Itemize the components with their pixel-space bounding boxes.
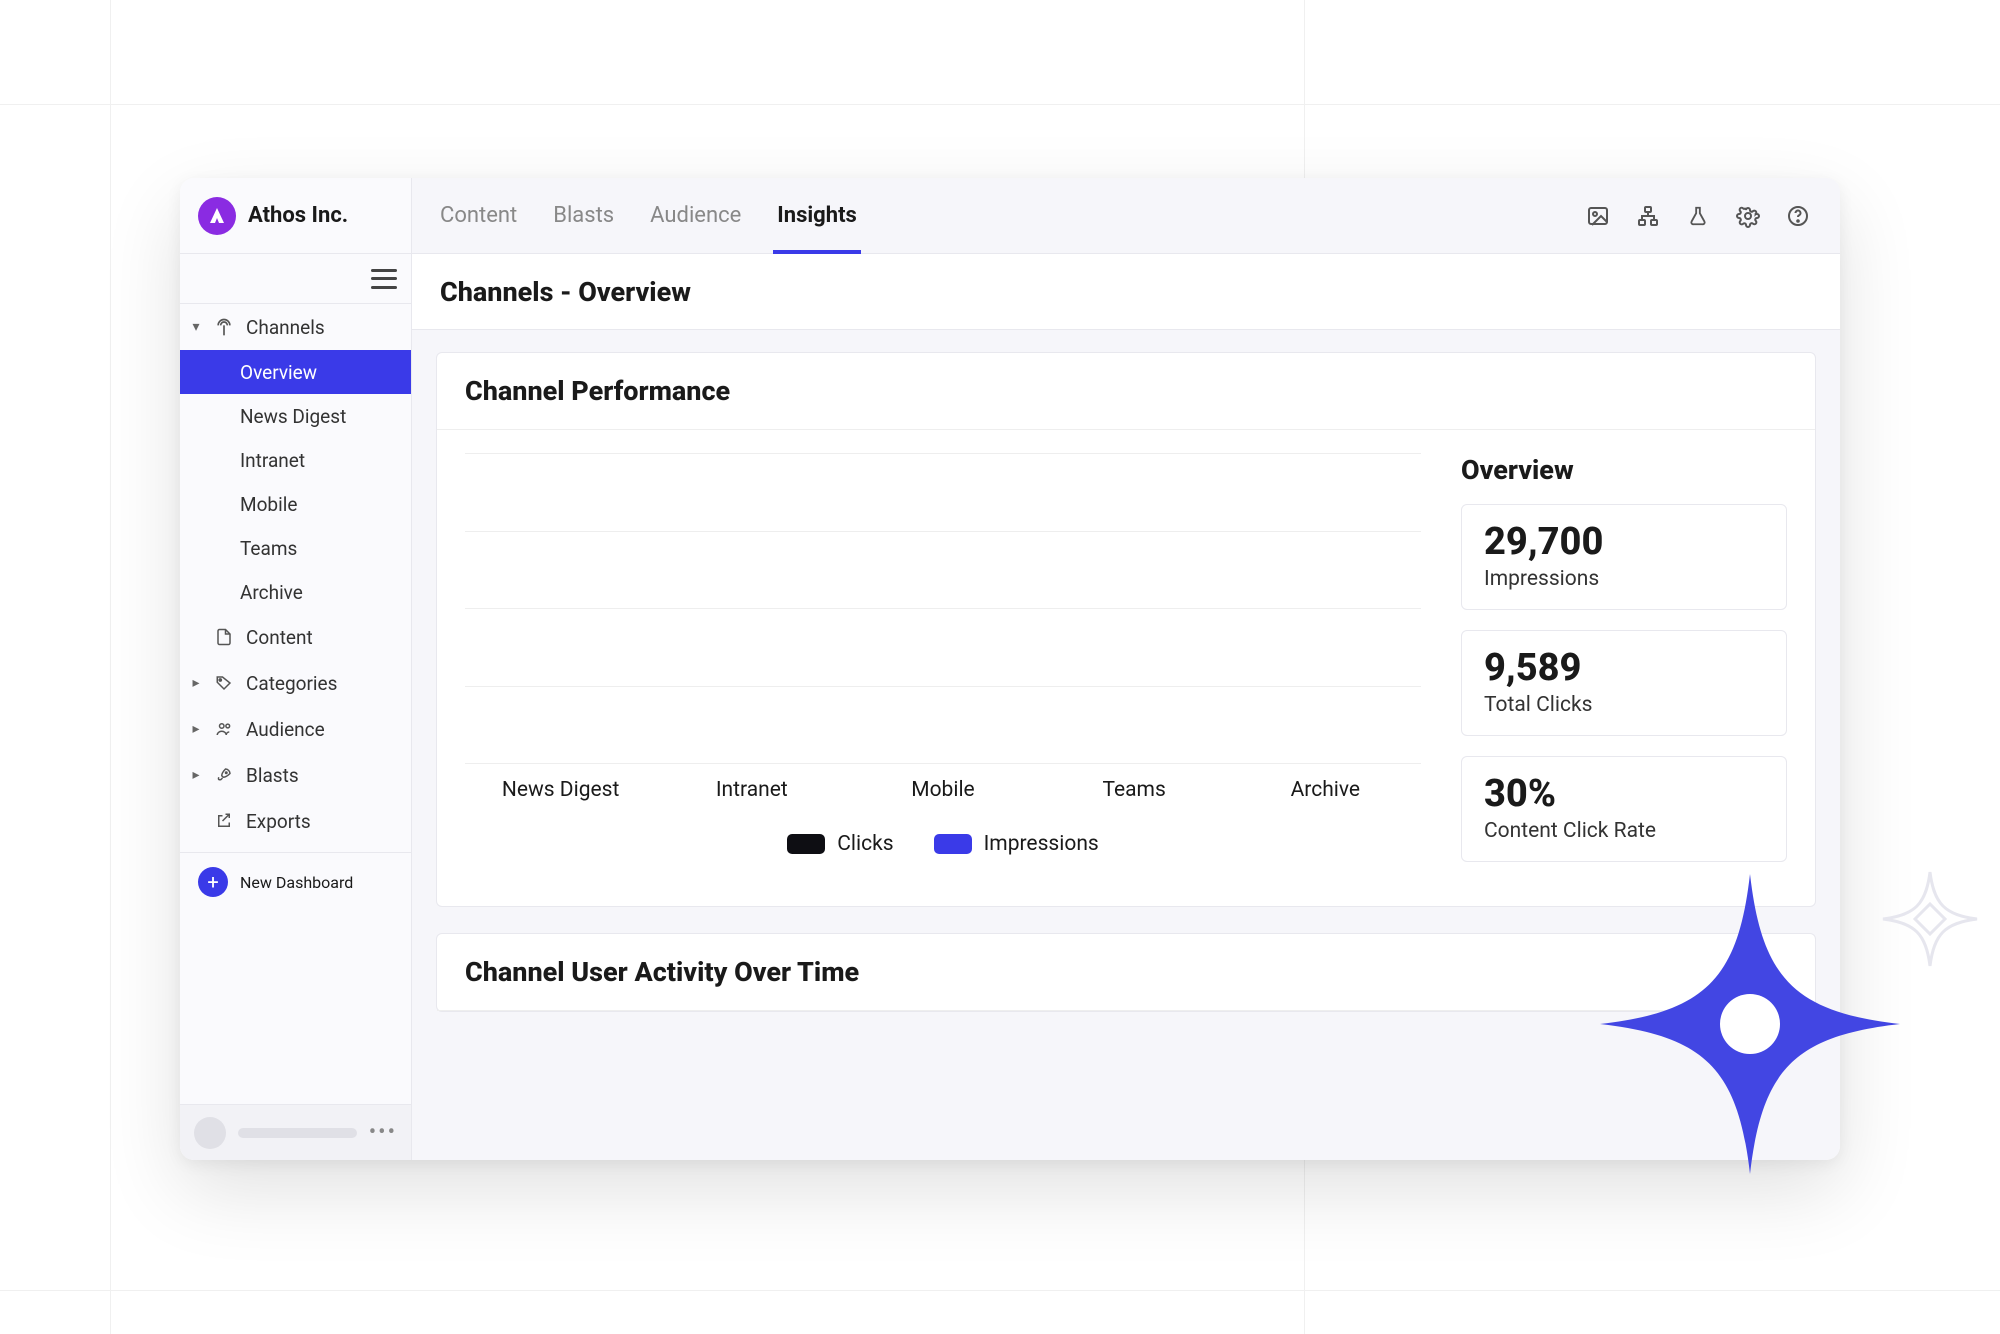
export-icon <box>212 812 236 830</box>
gear-icon[interactable] <box>1734 202 1762 230</box>
sidebar-item-categories[interactable]: ▸ Categories <box>180 660 411 706</box>
sidebar-item-channels[interactable]: ▾ Channels <box>180 304 411 350</box>
chevron-right-icon: ▸ <box>190 675 202 691</box>
decorative-star-outline-icon <box>1880 869 1980 969</box>
card-title: Channel Performance <box>437 353 1815 430</box>
tab-blasts[interactable]: Blasts <box>553 178 614 253</box>
stats-column: Overview 29,700 Impressions 9,589 Total … <box>1461 454 1787 882</box>
sidebar-item-label: Content <box>246 626 313 649</box>
legend-swatch-impressions <box>934 834 972 854</box>
legend-swatch-clicks <box>787 834 825 854</box>
username-placeholder <box>238 1128 357 1138</box>
sidebar-item-content[interactable]: Content <box>180 614 411 660</box>
decorative-star-icon <box>1600 874 1900 1174</box>
chevron-right-icon: ▸ <box>190 721 202 737</box>
app-window: Athos Inc. ▾ Channels Overview News Dige… <box>180 178 1840 1160</box>
tag-icon <box>212 674 236 692</box>
stats-heading: Overview <box>1461 454 1787 486</box>
beaker-icon[interactable] <box>1684 202 1712 230</box>
avatar[interactable] <box>194 1117 226 1149</box>
legend-impressions: Impressions <box>934 832 1099 856</box>
sidebar-subitem-intranet[interactable]: Intranet <box>180 438 411 482</box>
sidebar-toolbar <box>180 254 411 304</box>
antenna-icon <box>212 317 236 337</box>
chevron-right-icon: ▸ <box>190 767 202 783</box>
plus-icon: + <box>198 867 228 897</box>
header-action-icons <box>1584 202 1812 230</box>
brand-name: Athos Inc. <box>248 203 348 228</box>
sidebar: Athos Inc. ▾ Channels Overview News Dige… <box>180 178 412 1160</box>
tab-audience[interactable]: Audience <box>650 178 741 253</box>
new-dashboard-button[interactable]: + New Dashboard <box>180 852 411 911</box>
sidebar-item-label: Categories <box>246 672 337 695</box>
sidebar-subitem-news-digest[interactable]: News Digest <box>180 394 411 438</box>
chart-legend: Clicks Impressions <box>465 832 1421 856</box>
sidebar-item-label: Audience <box>246 718 325 741</box>
stat-click-rate: 30% Content Click Rate <box>1461 756 1787 862</box>
legend-clicks: Clicks <box>787 832 893 856</box>
brand: Athos Inc. <box>180 178 411 254</box>
chart-category-label: Teams <box>1054 778 1214 802</box>
help-icon[interactable] <box>1784 202 1812 230</box>
user-footer: ••• <box>180 1104 411 1160</box>
sidebar-item-label: Channels <box>246 316 325 339</box>
channel-performance-chart: News Digest Intranet Mobile Teams Archive Cl… <box>465 454 1421 882</box>
sidebar-nav: ▾ Channels Overview News Digest Intranet… <box>180 304 411 1104</box>
top-tabs: Content Blasts Audience Insights <box>412 178 1840 254</box>
chevron-down-icon: ▾ <box>190 319 202 335</box>
channel-performance-card: Channel Performance News Digest Intranet M… <box>436 352 1816 907</box>
sidebar-item-label: Exports <box>246 810 311 833</box>
sidebar-item-label: Blasts <box>246 764 299 787</box>
sidebar-subitem-archive[interactable]: Archive <box>180 570 411 614</box>
file-icon <box>212 628 236 646</box>
menu-toggle-icon[interactable] <box>371 269 397 289</box>
stat-clicks: 9,589 Total Clicks <box>1461 630 1787 736</box>
image-icon[interactable] <box>1584 202 1612 230</box>
sitemap-icon[interactable] <box>1634 202 1662 230</box>
brand-logo-icon <box>198 197 236 235</box>
tab-content[interactable]: Content <box>440 178 517 253</box>
rocket-icon <box>212 766 236 784</box>
page-title: Channels - Overview <box>412 254 1840 330</box>
chart-category-label: Mobile <box>863 778 1023 802</box>
chart-category-label: Intranet <box>672 778 832 802</box>
tab-insights[interactable]: Insights <box>777 178 857 253</box>
stat-impressions: 29,700 Impressions <box>1461 504 1787 610</box>
sidebar-item-audience[interactable]: ▸ Audience <box>180 706 411 752</box>
more-menu-icon[interactable]: ••• <box>369 1120 397 1145</box>
sidebar-item-blasts[interactable]: ▸ Blasts <box>180 752 411 798</box>
sidebar-subitem-overview[interactable]: Overview <box>180 350 411 394</box>
sidebar-subitem-teams[interactable]: Teams <box>180 526 411 570</box>
chart-category-label: News Digest <box>481 778 641 802</box>
sidebar-item-exports[interactable]: Exports <box>180 798 411 844</box>
chart-x-labels: News Digest Intranet Mobile Teams Archive <box>465 778 1421 802</box>
new-dashboard-label: New Dashboard <box>240 873 353 892</box>
sidebar-subitem-mobile[interactable]: Mobile <box>180 482 411 526</box>
chart-category-label: Archive <box>1245 778 1405 802</box>
users-icon <box>212 720 236 738</box>
